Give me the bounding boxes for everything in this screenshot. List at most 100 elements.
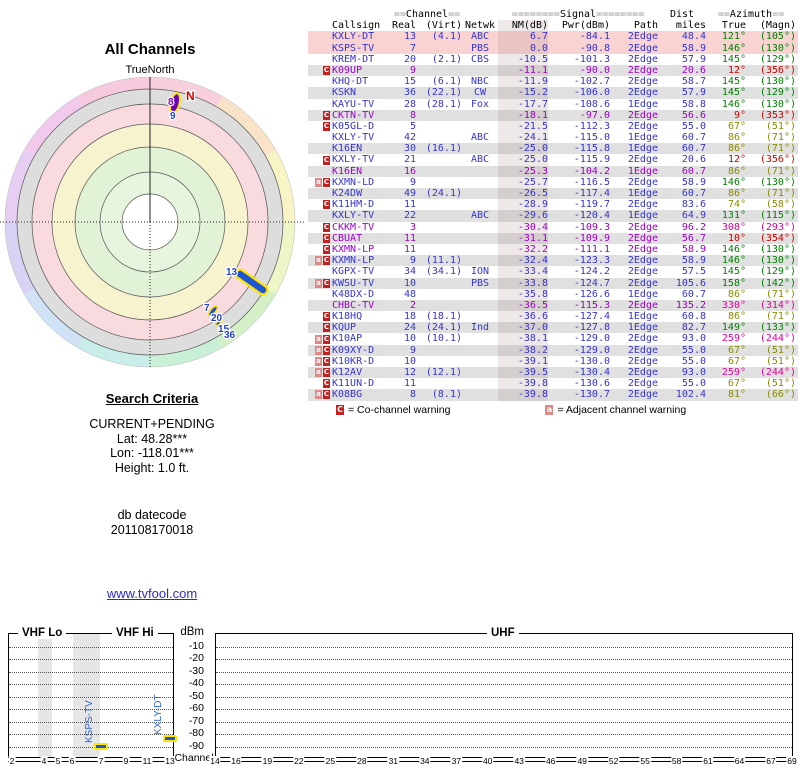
cell-magnetic-azimuth: (129°) (759, 266, 796, 278)
warning-markers: aC (308, 177, 330, 187)
cell-magnetic-azimuth: (129°) (759, 53, 796, 65)
cell-distance-miles: 60.8 (681, 311, 706, 323)
signal-table-rows: KXLY-DT 13 (4.1) ABC 6.7 -84.1 2Edge 48.4 121° (1… (308, 31, 798, 401)
warning-markers: aC (308, 278, 330, 288)
co-channel-warning-icon: C (323, 390, 330, 400)
cell-callsign: K08BG (332, 389, 363, 401)
cell-magnetic-azimuth: (130°) (759, 255, 796, 267)
cell-magnetic-azimuth: (356°) (759, 154, 796, 166)
cell-distance-miles: 60.7 (681, 132, 706, 144)
cell-nm-db: -11.1 (498, 64, 548, 77)
dbm-tick-label: -90 (188, 739, 204, 752)
warning-markers: aC (308, 390, 330, 400)
adjacent-channel-warning-icon: a (315, 177, 322, 187)
cell-power-dbm: -112.3 (573, 120, 610, 132)
cell-nm-db: -21.5 (498, 120, 548, 133)
cell-power-dbm: -127.8 (573, 322, 610, 334)
warning-markers: aC (308, 256, 330, 266)
table-row: K16EN 16 -25.3 -104.2 1Edge 60.7 86° (71°) (308, 165, 798, 177)
cell-distance-miles: 105.6 (675, 277, 706, 289)
channel-tick-label: 37 (450, 756, 463, 766)
cell-virtual-channel: (22.1) (425, 87, 462, 99)
cell-distance-miles: 58.9 (681, 255, 706, 267)
cell-callsign: K11HM-D (332, 199, 375, 211)
cell-magnetic-azimuth: (293°) (759, 221, 796, 233)
cell-nm-db: -38.1 (498, 333, 548, 345)
channel-tick-label: 4 (40, 756, 48, 766)
cell-magnetic-azimuth: (356°) (759, 64, 796, 76)
co-channel-warning-icon: C (323, 278, 330, 288)
cell-real-channel: 28 (403, 98, 416, 110)
cell-distance-miles: 20.6 (681, 64, 706, 76)
cell-path: 2Edge (627, 344, 658, 356)
cell-real-channel: 34 (403, 266, 416, 278)
warning-markers: C (308, 66, 330, 76)
table-row: a C K10KR-D 10 -39.1 -130.0 2Edge 55.0 67° (51°) (308, 355, 798, 368)
gridline (9, 646, 173, 648)
cell-true-azimuth: 146° (721, 98, 746, 110)
cell-nm-db: -25.3 (498, 165, 548, 177)
co-channel-warning-icon: C (323, 222, 330, 232)
cell-distance-miles: 56.7 (681, 232, 706, 244)
channel-tick-label: 69 (786, 756, 798, 766)
warning-markers: C (308, 121, 330, 131)
cell-nm-db: -24.1 (498, 132, 548, 144)
cell-callsign: K09XY-D (332, 344, 375, 356)
warning-markers: C (308, 233, 330, 243)
cell-magnetic-azimuth: (51°) (765, 344, 796, 356)
cell-virtual-channel: (2.1) (431, 53, 462, 65)
channel-tick-label: 2 (8, 756, 16, 766)
cell-true-azimuth: 131° (721, 210, 746, 222)
cell-power-dbm: -101.3 (573, 53, 610, 65)
cell-real-channel: 5 (409, 120, 416, 132)
cell-distance-miles: 102.4 (675, 389, 706, 401)
warning-markers: aC (308, 345, 330, 355)
cell-true-azimuth: 146° (721, 42, 746, 54)
cell-path: 2Edge (627, 232, 658, 244)
cell-path: 2Edge (627, 277, 658, 289)
co-channel-warning-icon: C (323, 177, 330, 187)
cell-power-dbm: -104.2 (573, 165, 610, 177)
dbm-tick-label: -70 (188, 714, 204, 727)
cell-nm-db: -30.4 (498, 221, 548, 233)
cell-callsign: KQUP (332, 322, 357, 334)
table-row: C K11HM-D 11 -28.9 -119.7 2Edge 83.6 74° (58°) (308, 199, 798, 211)
cell-true-azimuth: 146° (721, 255, 746, 267)
cell-true-azimuth: 86° (727, 188, 746, 199)
signal-bar-label-KSPS-TV: KSPS-TV (84, 700, 95, 743)
channel-tick-label: 25 (324, 756, 337, 766)
cell-true-azimuth: 86° (727, 165, 746, 177)
cell-callsign: K16EN (332, 143, 363, 155)
cell-path: 2Edge (627, 255, 658, 267)
cell-true-azimuth: 86° (727, 311, 746, 323)
cell-magnetic-azimuth: (130°) (759, 243, 796, 255)
cell-nm-db: -35.8 (498, 288, 548, 300)
table-row: C K09UP 9 -11.1 -90.0 2Edge 20.6 12° (356°) (308, 64, 798, 77)
cell-real-channel: 22 (403, 210, 416, 222)
cell-power-dbm: -120.4 (573, 210, 610, 222)
cell-magnetic-azimuth: (353°) (759, 109, 796, 121)
cell-distance-miles: 48.4 (681, 31, 706, 43)
cell-nm-db: 0.0 (498, 42, 548, 54)
cell-magnetic-azimuth: (130°) (759, 98, 796, 110)
col-header-callsign: Callsign (332, 20, 381, 32)
cell-true-azimuth: 67° (727, 120, 746, 132)
cell-nm-db: -33.8 (498, 277, 548, 289)
cell-true-azimuth: 12° (727, 64, 746, 76)
cell-callsign: KXLY-TV (332, 154, 375, 166)
co-channel-warning-icon: C (323, 312, 330, 322)
warning-markers: aC (308, 356, 330, 366)
cell-power-dbm: -109.3 (573, 221, 610, 233)
cell-real-channel: 11 (403, 232, 416, 244)
gridline (216, 696, 792, 698)
tvfool-link[interactable]: www.tvfool.com (40, 586, 264, 601)
cell-power-dbm: -124.2 (573, 266, 610, 278)
cell-nm-db: -25.0 (498, 143, 548, 155)
table-row: a C K12AV 12 (12.1) -39.5 -130.4 2Edge 93.0 259° (… (308, 367, 798, 379)
co-channel-warning-icon: C (323, 245, 330, 255)
cell-callsign: KXMN-LP (332, 255, 375, 267)
co-channel-warning-icon: C (323, 356, 330, 366)
cell-power-dbm: -129.0 (573, 344, 610, 356)
cell-callsign: K16EN (332, 165, 363, 177)
signal-bar-KXLY-DT (163, 734, 177, 742)
